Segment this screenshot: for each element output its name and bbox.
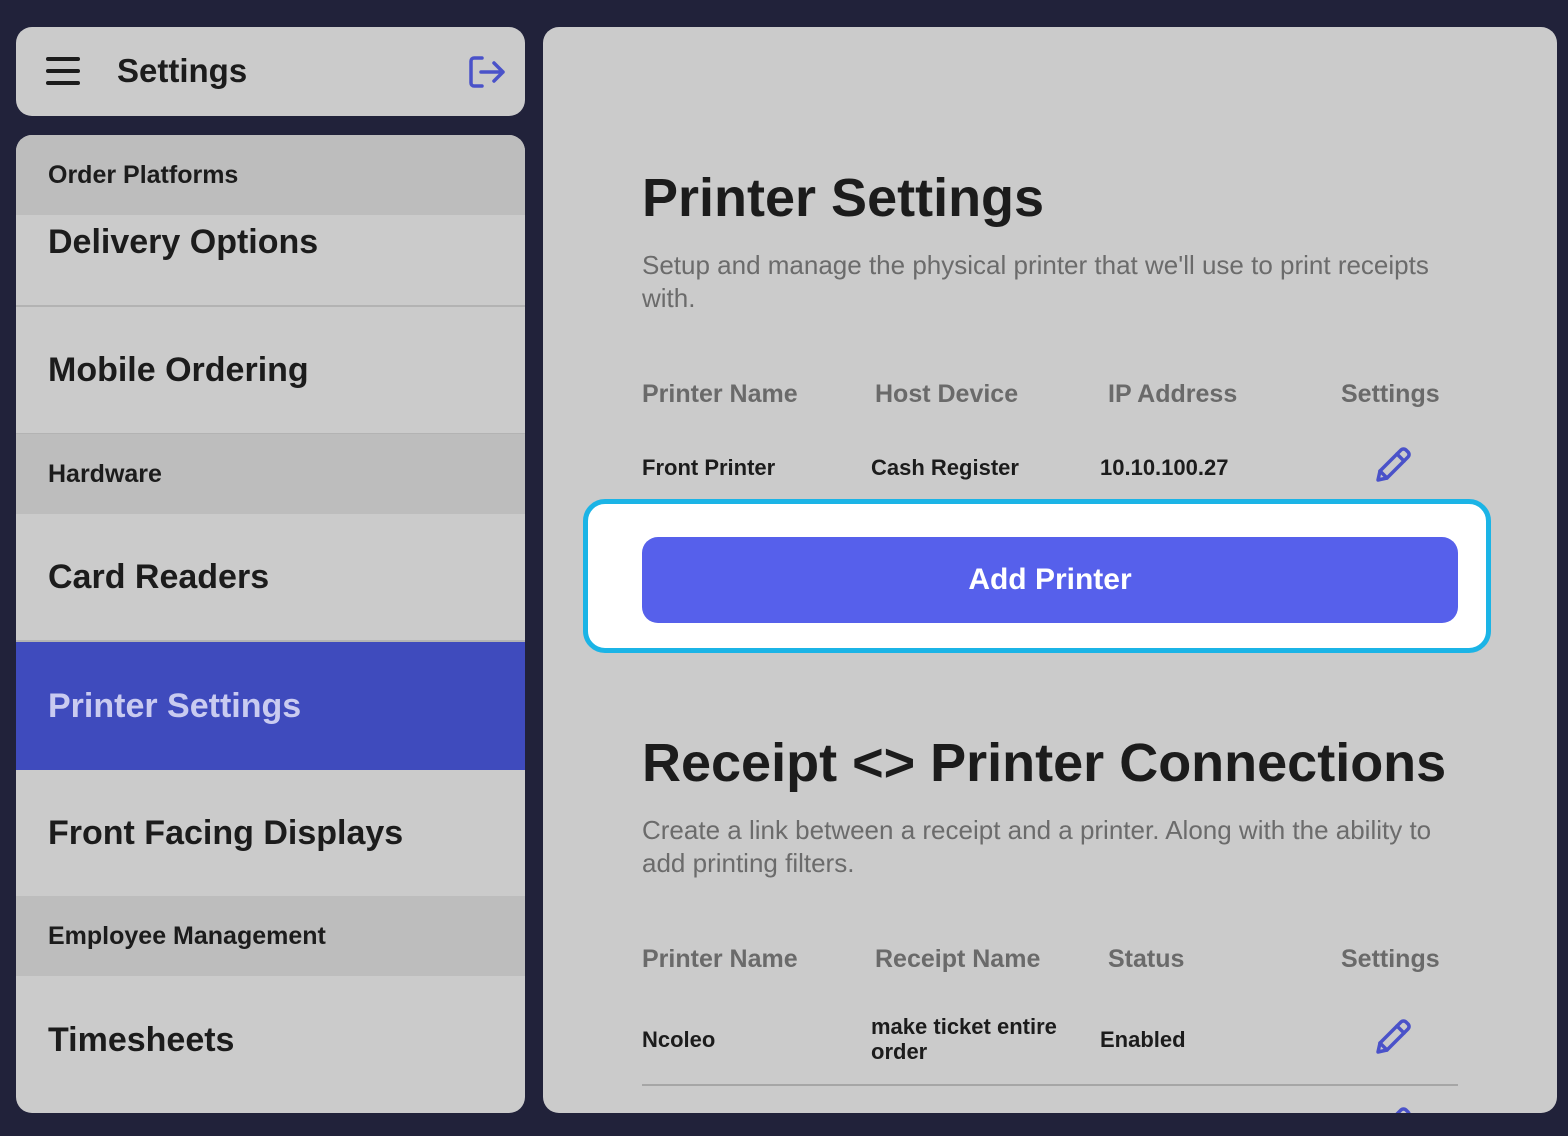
column-header-status: Status [1108,945,1185,973]
edit-printer-pencil-icon[interactable] [1372,444,1414,486]
add-printer-button[interactable]: Add Printer [642,537,1458,623]
ip-address-cell: 10.10.100.27 [1100,455,1229,480]
connection-receipt-name-cell: make ticket entire order [871,1014,1057,1064]
header-bar [16,27,525,116]
sidebar-item-timesheets[interactable]: Timesheets [16,976,525,1104]
connections-title: Receipt <> Printer Connections [642,733,1447,793]
sidebar-item-delivery-options[interactable]: Delivery Options [16,179,525,307]
sidebar-item-card-readers[interactable]: Card Readers [16,514,525,642]
connection-printer-name-cell: Ncoleo [642,1027,716,1052]
column-header-receipt-name: Receipt Name [875,945,1041,973]
column-header-printer-name: Printer Name [642,380,798,408]
section-header-employee-management: Employee Management [16,896,525,976]
column-header-settings: Settings [1341,945,1440,973]
section-header-hardware: Hardware [16,434,525,514]
edit-connection-pencil-icon-partial[interactable] [1372,1104,1414,1113]
settings-sidebar: Order Platforms Delivery Options Mobile … [16,135,525,1113]
printer-settings-description: Setup and manage the physical printer th… [642,250,1429,313]
logout-icon[interactable] [467,54,509,90]
column-header-printer-name: Printer Name [642,945,798,973]
printer-settings-title: Printer Settings [642,168,1045,228]
column-header-host-device: Host Device [875,380,1019,408]
sidebar-item-printer-settings[interactable]: Printer Settings [16,642,525,770]
hamburger-menu-icon[interactable] [46,57,80,85]
column-header-ip-address: IP Address [1108,380,1238,408]
host-device-cell: Cash Register [871,455,1019,480]
printer-name-cell: Front Printer [642,455,776,480]
app-title: Settings [117,52,248,89]
column-header-settings: Settings [1341,380,1440,408]
connection-status-cell: Enabled [1100,1027,1186,1052]
connections-description: Create a link between a receipt and a pr… [642,815,1432,878]
row-divider [642,1084,1458,1086]
edit-connection-pencil-icon[interactable] [1372,1016,1414,1058]
sidebar-item-mobile-ordering[interactable]: Mobile Ordering [16,307,525,435]
main-content: Printer Settings Setup and manage the ph… [543,27,1557,1113]
sidebar-item-front-facing-displays[interactable]: Front Facing Displays [16,770,525,898]
